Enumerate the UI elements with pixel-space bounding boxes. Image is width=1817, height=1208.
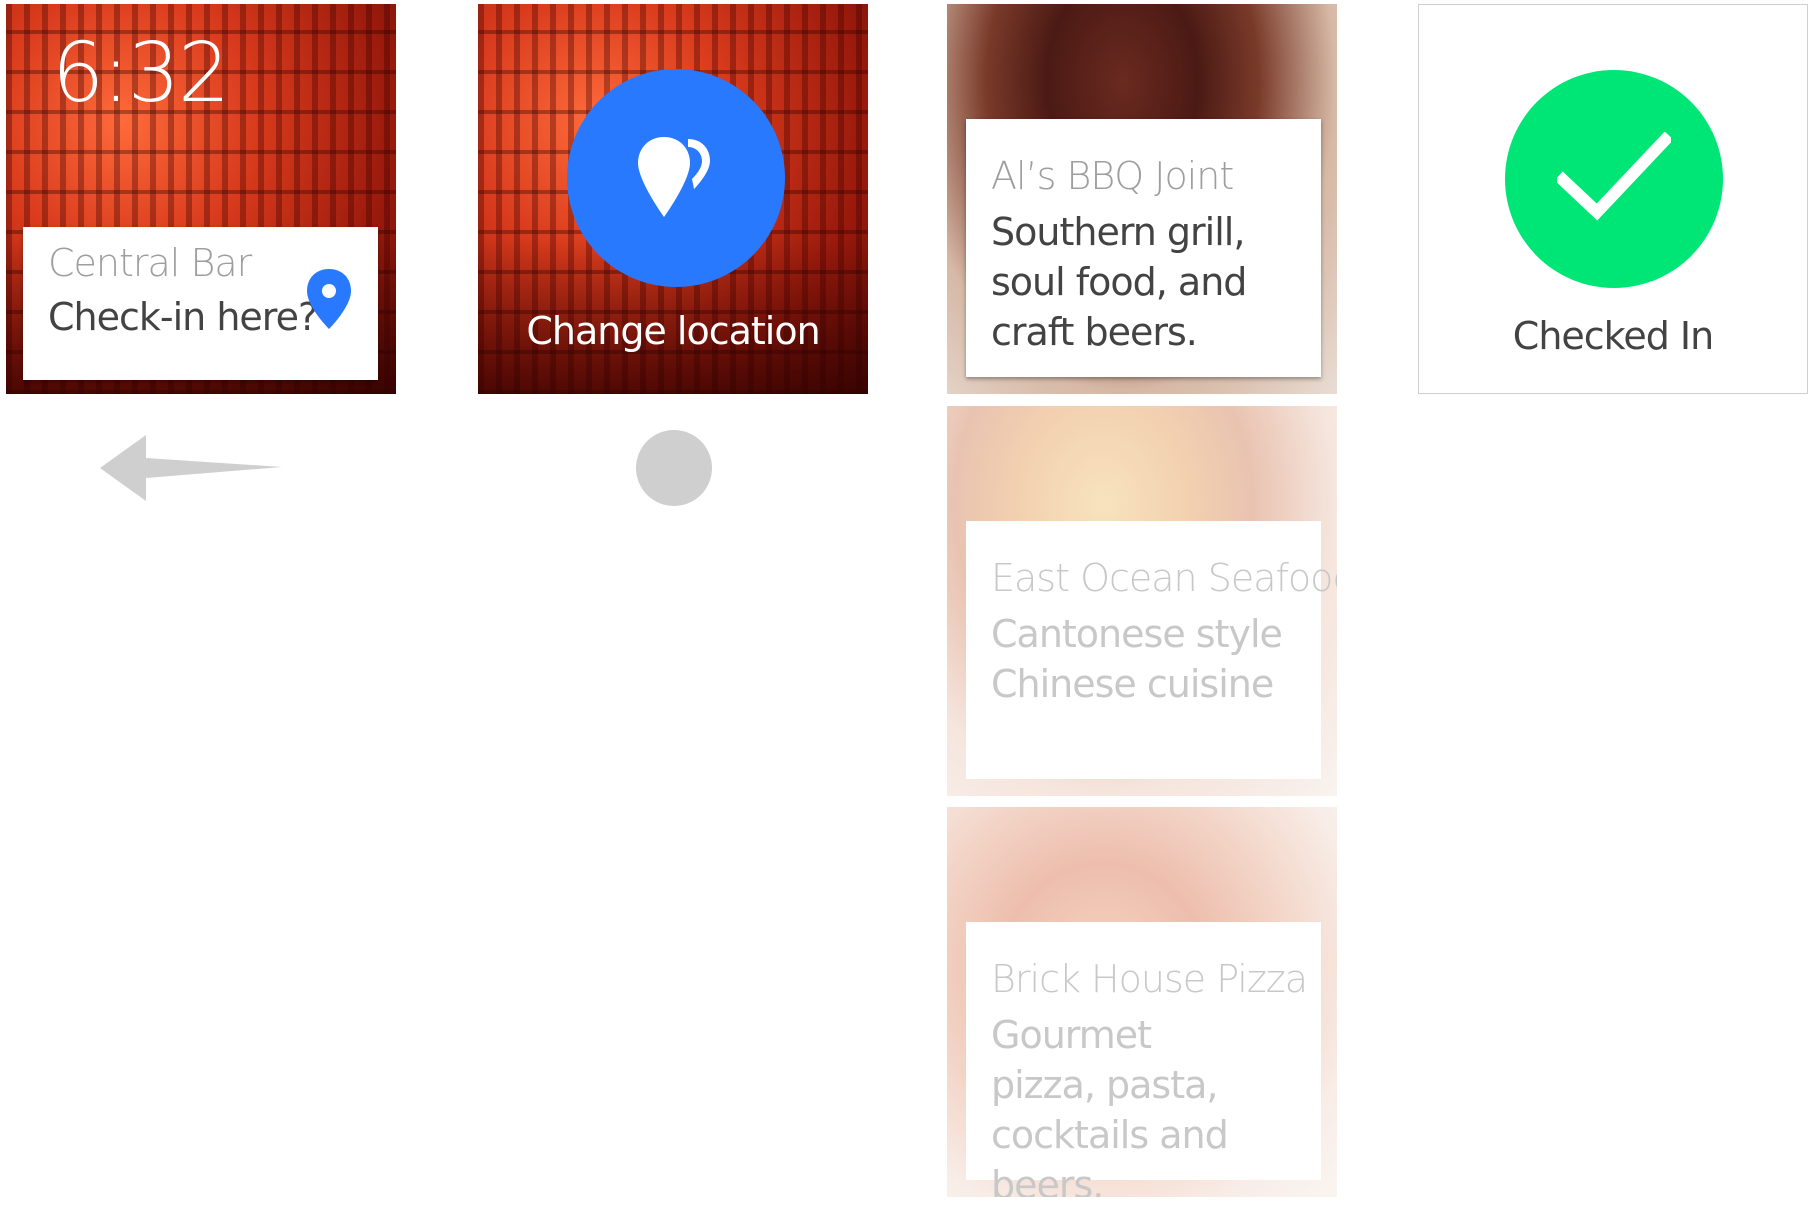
change-location-screen: Change location bbox=[478, 4, 868, 394]
swipe-left-arrow-icon bbox=[98, 433, 284, 503]
checkin-card[interactable]: Central Bar Check-in here? bbox=[23, 227, 378, 380]
place-title: Al’s BBQ Joint bbox=[991, 154, 1234, 198]
checked-in-label: Checked In bbox=[1512, 314, 1714, 358]
checked-in-circle bbox=[1505, 70, 1723, 288]
place-card[interactable]: East Ocean Seafood Cantonese style Chine… bbox=[966, 521, 1337, 779]
clock-time: 6:32 bbox=[52, 26, 230, 121]
place-title: Brick House Pizza bbox=[991, 957, 1308, 1001]
checkin-question: Check-in here? bbox=[48, 295, 318, 339]
place-card-screen-1: Al’s BBQ Joint Southern grill, soul food… bbox=[947, 4, 1337, 394]
place-description: Cantonese style Chinese cuisine bbox=[991, 612, 1283, 706]
checked-in-screen: Checked In bbox=[1418, 4, 1808, 394]
change-location-button[interactable] bbox=[567, 69, 785, 287]
checkmark-icon bbox=[1554, 131, 1674, 222]
checkin-prompt-screen: 6:32 Central Bar Check-in here? bbox=[6, 4, 396, 394]
change-location-icon bbox=[632, 129, 722, 229]
place-card[interactable]: Al’s BBQ Joint Southern grill, soul food… bbox=[966, 119, 1321, 377]
location-pin-icon[interactable] bbox=[305, 267, 353, 331]
place-title: Central Bar bbox=[48, 241, 252, 285]
place-title: East Ocean Seafood bbox=[991, 556, 1337, 600]
place-description: Southern grill, soul food, and craft bee… bbox=[991, 210, 1247, 354]
place-description: Gourmet pizza, pasta, cocktails and beer… bbox=[991, 1013, 1229, 1197]
change-location-label: Change location bbox=[526, 309, 820, 353]
tap-dot-icon bbox=[636, 430, 712, 506]
place-card-screen-3: Brick House Pizza Gourmet pizza, pasta, … bbox=[947, 807, 1337, 1197]
place-card[interactable]: Brick House Pizza Gourmet pizza, pasta, … bbox=[966, 922, 1321, 1197]
place-card-screen-2: East Ocean Seafood Cantonese style Chine… bbox=[947, 406, 1337, 796]
